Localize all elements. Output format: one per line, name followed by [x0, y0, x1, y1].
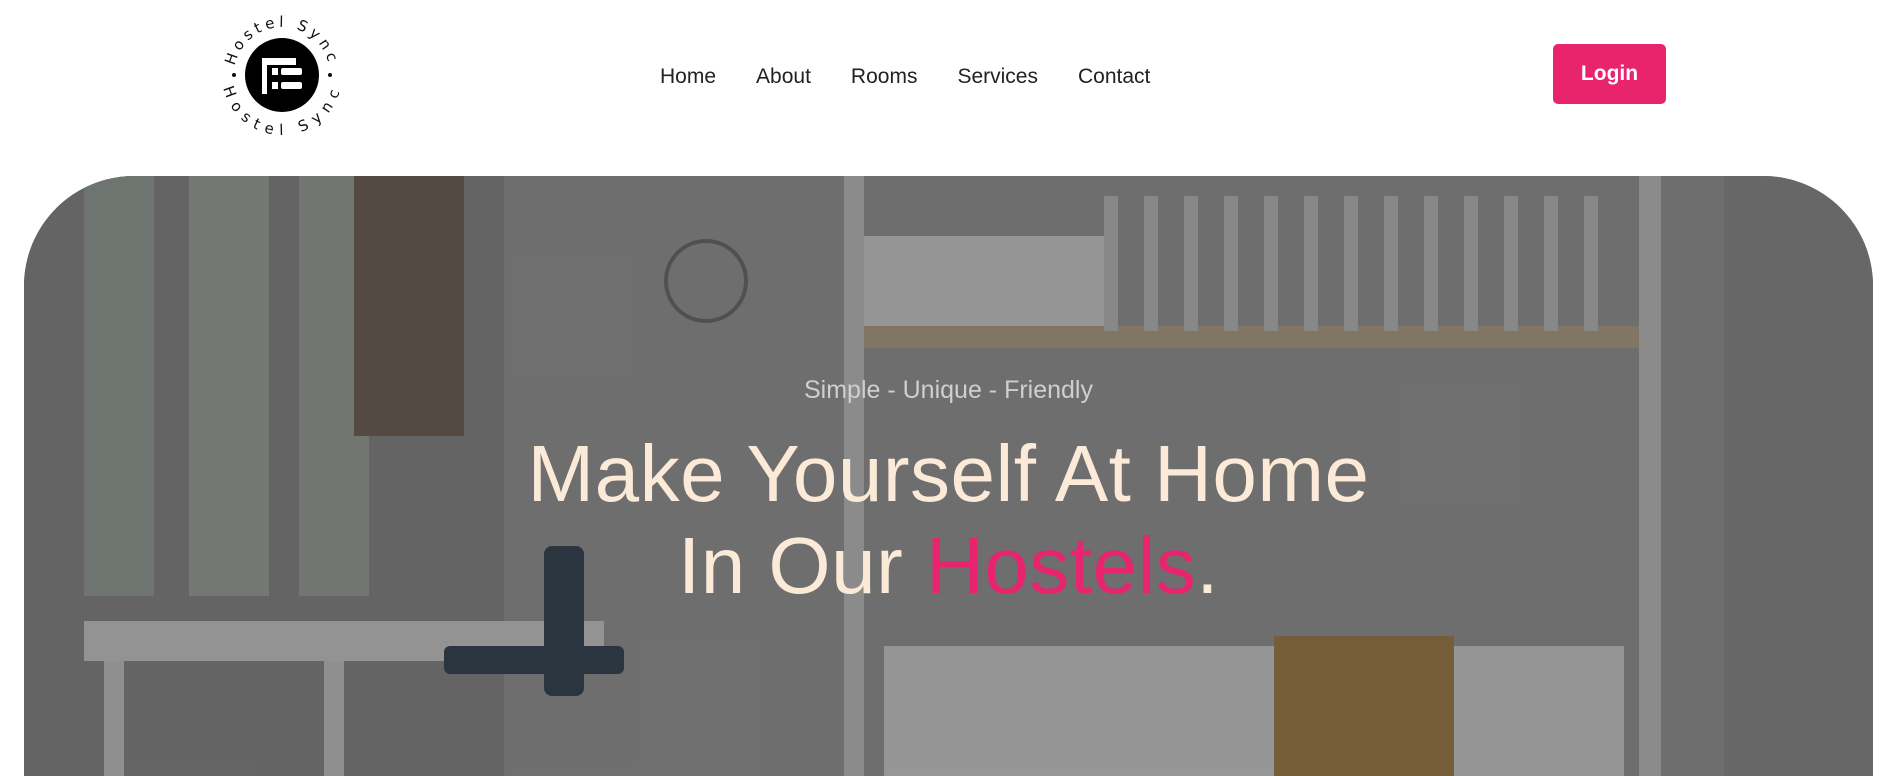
hero-tagline: Simple - Unique - Friendly — [804, 376, 1093, 404]
main-nav: Home About Rooms Services Contact — [660, 60, 1150, 94]
nav-item-contact[interactable]: Contact — [1078, 65, 1150, 89]
headline-line-1: Make Yourself At Home — [527, 429, 1370, 518]
site-header: Hostel Sync Hostel Sync Home About Rooms… — [0, 0, 1897, 176]
hero-headline: Make Yourself At Home In Our Hostels. — [24, 428, 1873, 612]
hero-banner: Simple - Unique - Friendly Make Yourself… — [24, 176, 1873, 776]
nav-item-services[interactable]: Services — [957, 65, 1038, 89]
bunk-bed-icon: Hostel Sync Hostel Sync — [219, 13, 341, 139]
headline-suffix: . — [1196, 521, 1220, 610]
nav-item-about[interactable]: About — [756, 65, 811, 89]
headline-accent: Hostels — [926, 521, 1197, 610]
login-button[interactable]: Login — [1553, 44, 1666, 104]
brand-logo[interactable]: Hostel Sync Hostel Sync — [212, 5, 352, 145]
headline-line-2-prefix: In Our — [677, 521, 927, 610]
nav-item-home[interactable]: Home — [660, 65, 716, 89]
hero-content: Simple - Unique - Friendly Make Yourself… — [24, 176, 1873, 776]
nav-item-rooms[interactable]: Rooms — [851, 65, 918, 89]
